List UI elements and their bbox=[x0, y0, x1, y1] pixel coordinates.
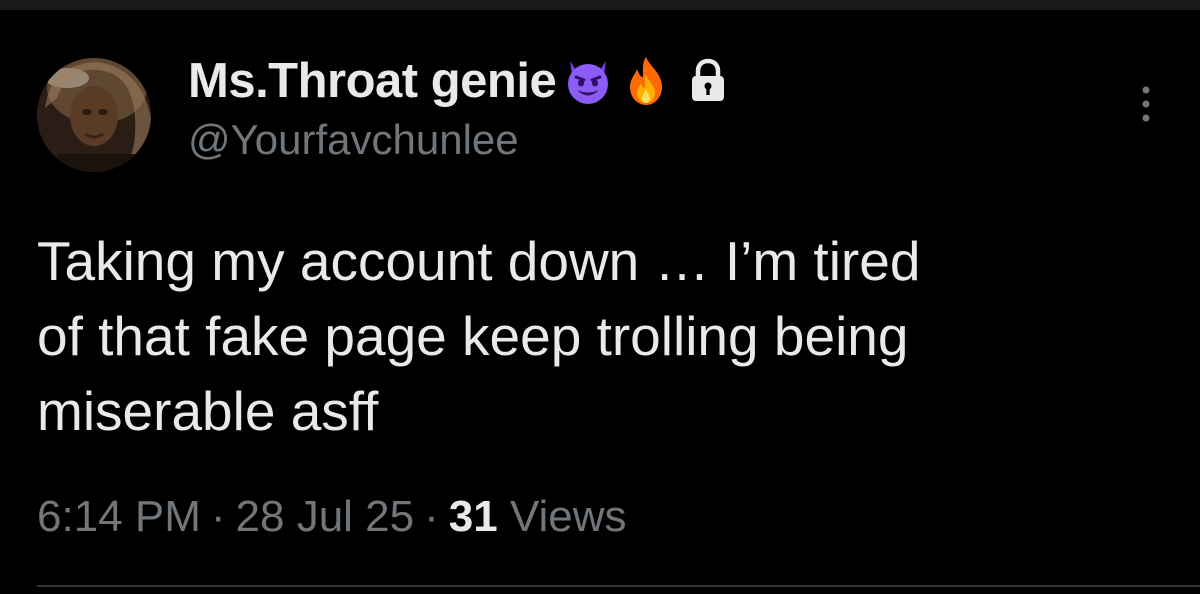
smiling-devil-emoji-icon bbox=[568, 61, 609, 104]
tweet-text-line: Taking my account down … I’m tired bbox=[37, 230, 921, 292]
views-label: Views bbox=[509, 492, 627, 541]
tweet-text: Taking my account down … I’m tired of th… bbox=[37, 224, 1177, 449]
tweet-date[interactable]: 28 Jul 25 bbox=[236, 492, 415, 541]
tweet-header: Ms.Throat genie @Yourfavchunlee bbox=[188, 48, 730, 164]
tweet-meta: 6:14 PM · 28 Jul 25 · 31 Views bbox=[37, 492, 627, 542]
tweet-text-line: of that fake page keep trolling being bbox=[37, 305, 909, 367]
meta-separator: · bbox=[210, 492, 226, 541]
meta-separator: · bbox=[424, 492, 439, 541]
author-display-name[interactable]: Ms.Throat genie bbox=[188, 53, 557, 109]
lock-icon bbox=[692, 58, 725, 101]
top-divider bbox=[0, 0, 1200, 10]
profile-avatar[interactable] bbox=[37, 58, 151, 172]
bottom-divider bbox=[37, 585, 1200, 587]
more-vertical-icon[interactable] bbox=[1126, 82, 1166, 126]
avatar-image bbox=[37, 58, 151, 172]
tweet-card: Ms.Throat genie @Yourfavchunlee Taking m… bbox=[0, 10, 1200, 594]
tweet-text-line: miserable asff bbox=[37, 380, 379, 442]
tweet-time[interactable]: 6:14 PM bbox=[37, 492, 201, 541]
author-handle[interactable]: @Yourfavchunlee bbox=[188, 116, 730, 164]
views-count: 31 bbox=[448, 492, 498, 541]
fire-emoji-icon bbox=[630, 57, 663, 105]
author-name-row: Ms.Throat genie bbox=[188, 48, 730, 114]
